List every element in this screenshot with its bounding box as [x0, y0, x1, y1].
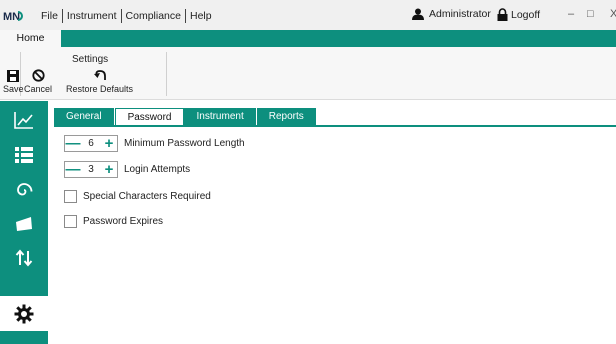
gear-icon	[14, 304, 34, 323]
user-icon	[412, 8, 424, 20]
decrement-button[interactable]: —	[65, 162, 81, 177]
cancel-icon	[31, 69, 45, 82]
increment-button[interactable]: +	[101, 136, 117, 151]
restore-defaults-label: Restore Defaults	[66, 84, 134, 94]
decrement-button[interactable]: —	[65, 136, 81, 151]
sidebar-item-transfer[interactable]	[0, 241, 48, 275]
tab-instrument[interactable]: Instrument	[184, 108, 257, 125]
ribbon-tab-home[interactable]: Home	[0, 30, 61, 48]
user-display: Administrator	[412, 8, 491, 20]
tab-underline	[54, 125, 616, 127]
spiral-icon	[17, 183, 33, 196]
menu-bar: File Instrument Compliance Help	[37, 9, 216, 23]
save-label: Save	[3, 84, 24, 94]
user-name: Administrator	[429, 8, 491, 20]
sidebar-item-spiral[interactable]	[0, 173, 48, 207]
title-bar: MN File Instrument Compliance Help Admin…	[0, 0, 616, 30]
special-characters-label: Special Characters Required	[83, 191, 211, 202]
sidebar-item-settings[interactable]	[0, 296, 48, 331]
tab-reports[interactable]: Reports	[256, 108, 317, 125]
increment-button[interactable]: +	[101, 162, 117, 177]
logoff-label: Logoff	[511, 8, 541, 21]
svg-text:MN: MN	[3, 11, 20, 22]
undo-icon	[93, 70, 106, 80]
ribbon: Settings Save Cancel Restore Defaults	[0, 47, 616, 100]
menu-instrument[interactable]: Instrument	[63, 10, 121, 22]
ribbon-tab-strip	[0, 30, 616, 47]
cancel-button[interactable]: Cancel	[24, 69, 52, 94]
menu-help[interactable]: Help	[186, 10, 216, 22]
menu-file[interactable]: File	[37, 10, 62, 22]
login-attempts-value[interactable]: 3	[81, 164, 101, 175]
logoff-button[interactable]: Logoff	[497, 8, 540, 21]
ribbon-separator	[166, 52, 167, 96]
list-icon	[15, 147, 33, 163]
setting-password-expires: Password Expires	[64, 215, 163, 228]
sidebar-item-chart[interactable]	[0, 103, 48, 137]
close-button[interactable]: X	[610, 8, 616, 20]
minimize-button[interactable]: –	[568, 8, 574, 20]
min-length-stepper: — 6 +	[64, 135, 118, 152]
chart-icon	[14, 112, 33, 129]
tab-password[interactable]: Password	[114, 108, 185, 125]
min-length-value[interactable]: 6	[81, 138, 101, 149]
setting-login-attempts: — 3 + Login Attempts	[64, 161, 190, 178]
folder-icon	[16, 217, 32, 231]
tab-general[interactable]: General	[54, 108, 115, 125]
min-length-label: Minimum Password Length	[124, 138, 245, 149]
save-icon	[7, 70, 20, 82]
special-characters-checkbox[interactable]	[64, 190, 77, 203]
setting-min-password-length: — 6 + Minimum Password Length	[64, 135, 245, 152]
sidebar-item-list[interactable]	[0, 138, 48, 172]
sidebar-item-folder[interactable]	[0, 207, 48, 241]
save-button[interactable]: Save	[3, 70, 24, 94]
sort-arrows-icon	[15, 249, 33, 267]
restore-defaults-button[interactable]: Restore Defaults	[66, 69, 133, 94]
login-attempts-stepper: — 3 +	[64, 161, 118, 178]
maximize-button[interactable]: □	[587, 8, 594, 20]
password-expires-checkbox[interactable]	[64, 215, 77, 228]
login-attempts-label: Login Attempts	[124, 164, 191, 175]
menu-compliance[interactable]: Compliance	[122, 10, 185, 22]
setting-special-characters: Special Characters Required	[64, 190, 211, 203]
settings-tabs: General Password Instrument Reports	[54, 108, 317, 125]
cancel-label: Cancel	[24, 84, 53, 94]
ribbon-group-title: Settings	[72, 54, 109, 65]
app-logo-icon: MN	[3, 11, 23, 22]
lock-icon	[497, 8, 508, 21]
sidebar	[0, 101, 48, 344]
password-expires-label: Password Expires	[83, 216, 164, 227]
